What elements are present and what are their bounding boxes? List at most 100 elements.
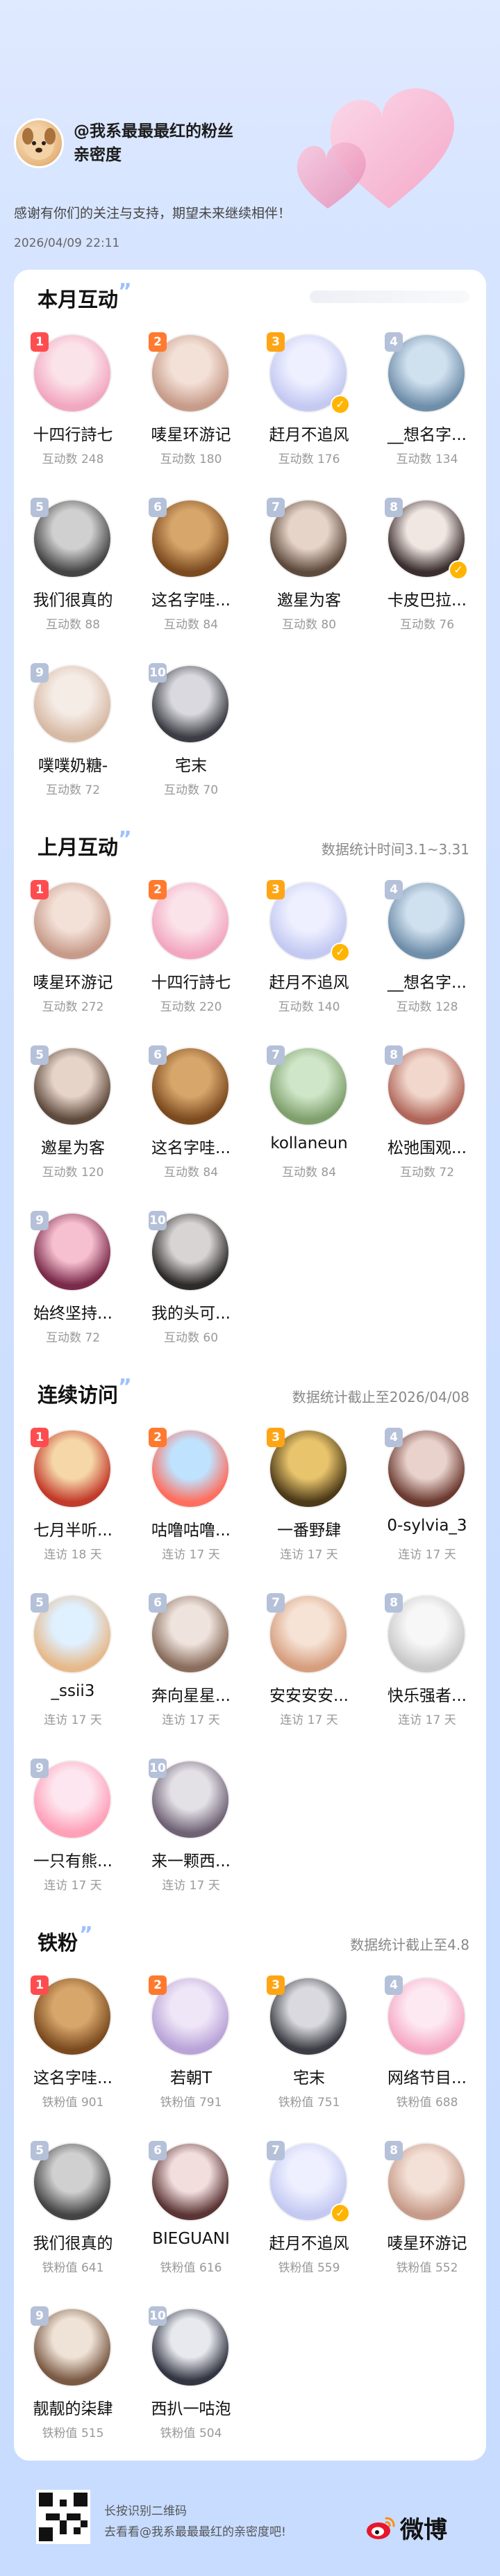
fan-item[interactable]: 5 我们很真的 铁粉值 641 (14, 2141, 132, 2302)
fan-stat: 铁粉值 751 (278, 2096, 340, 2110)
fan-item[interactable]: 2 若朝T 铁粉值 791 (132, 1975, 250, 2137)
rank-badge: 3 (267, 880, 285, 899)
fan-item[interactable]: 6 这名字哇... 互动数 84 (132, 1045, 250, 1207)
fan-item[interactable]: 8 唛星环游记 铁粉值 552 (368, 2141, 486, 2302)
fan-stat: 互动数 180 (160, 453, 222, 466)
section-note: 数据统计时间3.1~3.31 (321, 841, 469, 858)
fan-name: 若朝T (169, 2069, 212, 2087)
fan-stat: 连访 17 天 (398, 1713, 456, 1727)
fan-item[interactable]: 6 奔向星星... 连访 17 天 (132, 1593, 250, 1754)
fan-item[interactable]: 7 kollaneun 互动数 84 (250, 1045, 368, 1207)
rank-badge: 4 (385, 1428, 403, 1447)
generated-date: 2026/04/09 22:11 (14, 236, 120, 250)
fan-stat: 互动数 84 (163, 618, 219, 632)
fan-stat: 互动数 84 (281, 1166, 337, 1180)
fan-name: 赶月不追风 (269, 426, 349, 444)
rank-badge: 5 (31, 1593, 49, 1613)
section-consecutive-visits: 连续访问 ” 数据统计截止至2026/04/08 1 七月半听... 连访 18 天… (14, 1365, 486, 1893)
rank-badge: 9 (31, 663, 49, 683)
fan-stat: 连访 18 天 (44, 1548, 102, 1562)
fan-item[interactable]: 3 宅末 铁粉值 751 (250, 1975, 368, 2137)
fan-item[interactable]: 3 ✓ 赶月不追风 互动数 176 (250, 332, 368, 494)
fan-item[interactable]: 1 十四行詩七 互动数 248 (14, 332, 132, 494)
placeholder-bar (310, 291, 469, 303)
fan-item[interactable]: 1 七月半听... 连访 18 天 (14, 1428, 132, 1589)
fan-item[interactable]: 1 唛星环游记 互动数 272 (14, 880, 132, 1041)
fan-item[interactable]: 3 一番野肆 连访 17 天 (250, 1428, 368, 1589)
fan-name: 十四行詩七 (33, 426, 113, 444)
fan-item[interactable]: 6 这名字哇... 互动数 84 (132, 498, 250, 659)
section-last-month: 上月互动 ” 数据统计时间3.1~3.31 1 唛星环游记 互动数 272 2 十四行詩… (14, 817, 486, 1345)
fan-name: 这名字哇... (33, 2069, 112, 2087)
fan-item[interactable]: 2 咕噜咕噜... 连访 17 天 (132, 1428, 250, 1589)
fan-stat: 互动数 134 (396, 453, 458, 466)
fan-item[interactable]: 2 十四行詩七 互动数 220 (132, 880, 250, 1041)
fan-item[interactable]: 4 网络节目... 铁粉值 688 (368, 1975, 486, 2137)
fan-name: 赶月不追风 (269, 974, 349, 992)
fan-name: BIEGUANI (152, 2230, 230, 2248)
fan-name: 安安安安... (269, 1687, 349, 1705)
fan-name: 一番野肆 (277, 1522, 341, 1540)
fan-item[interactable]: 1 这名字哇... 铁粉值 901 (14, 1975, 132, 2137)
fan-name: 松弛围观... (388, 1139, 467, 1157)
rank-badge: 4 (385, 880, 403, 899)
fan-stat: 连访 17 天 (44, 1879, 102, 1893)
fan-stat: 连访 17 天 (162, 1548, 220, 1562)
fan-name: 十四行詩七 (151, 974, 231, 992)
fan-item[interactable]: 3 ✓ 赶月不追风 互动数 140 (250, 880, 368, 1041)
fan-item[interactable]: 9 噗噗奶糖- 互动数 72 (14, 663, 132, 824)
fan-name: 0-sylvia_3 (387, 1517, 467, 1535)
fan-item[interactable]: 4 __想名字... 互动数 128 (368, 880, 486, 1041)
rank-badge: 1 (31, 880, 49, 899)
rank-badge: 8 (385, 1045, 403, 1065)
qr-code-icon[interactable] (36, 2490, 90, 2544)
rank-badge: 9 (31, 1759, 49, 1778)
rank-badge: 4 (385, 332, 403, 352)
fan-item[interactable]: 9 始终坚持... 互动数 72 (14, 1211, 132, 1372)
fan-item[interactable]: 9 一只有熊... 连访 17 天 (14, 1759, 132, 1920)
avatar[interactable] (14, 118, 64, 168)
verified-badge-icon: ✓ (331, 2203, 350, 2223)
fan-item[interactable]: 10 我的头可... 互动数 60 (132, 1211, 250, 1372)
fan-item[interactable]: 7 安安安安... 连访 17 天 (250, 1593, 368, 1754)
rank-badge: 5 (31, 498, 49, 517)
section-title: 本月互动 (33, 284, 118, 314)
fan-stat: 连访 17 天 (162, 1879, 220, 1893)
fan-name: 这名字哇... (151, 592, 231, 610)
fan-item[interactable]: 8 松弛围观... 互动数 72 (368, 1045, 486, 1207)
fan-item[interactable]: 8 ✓ 卡皮巴拉... 互动数 76 (368, 498, 486, 659)
fan-name: kollaneun (270, 1134, 348, 1152)
fan-item[interactable]: 10 西扒一咕泡 铁粉值 504 (132, 2306, 250, 2468)
fan-item[interactable]: 8 快乐强者... 连访 17 天 (368, 1593, 486, 1754)
fan-name: __想名字... (388, 426, 467, 444)
fan-name: 西扒一咕泡 (151, 2400, 231, 2418)
rank-badge: 2 (149, 1428, 167, 1447)
fan-item[interactable]: 5 _ssii3 连访 17 天 (14, 1593, 132, 1754)
fan-name: 噗噗奶糖- (38, 757, 108, 775)
fan-item[interactable]: 9 靓靓的柒肆 铁粉值 515 (14, 2306, 132, 2468)
fan-stat: 连访 17 天 (44, 1713, 102, 1727)
rank-badge: 6 (149, 2141, 167, 2160)
verified-badge-icon: ✓ (331, 943, 350, 962)
verified-badge-icon: ✓ (331, 395, 350, 414)
fan-stat: 连访 17 天 (398, 1548, 456, 1562)
fan-item[interactable]: 5 我们很真的 互动数 88 (14, 498, 132, 659)
fan-item[interactable]: 6 BIEGUANI 铁粉值 616 (132, 2141, 250, 2302)
fan-item[interactable]: 2 唛星环游记 互动数 180 (132, 332, 250, 494)
fan-item[interactable]: 10 宅末 互动数 70 (132, 663, 250, 824)
fan-item[interactable]: 7 ✓ 赶月不追风 铁粉值 559 (250, 2141, 368, 2302)
fan-name: 七月半听... (33, 1522, 112, 1540)
footer-text: 长按识别二维码 去看看@我系最最最红的亲密度吧! (104, 2501, 286, 2543)
footer-line-1: 长按识别二维码 (104, 2504, 187, 2518)
rank-badge: 7 (267, 1593, 285, 1613)
fan-item[interactable]: 4 0-sylvia_3 连访 17 天 (368, 1428, 486, 1589)
fan-item[interactable]: 4 __想名字... 互动数 134 (368, 332, 486, 494)
fan-item[interactable]: 7 邀星为客 互动数 80 (250, 498, 368, 659)
fan-item[interactable]: 5 邀星为客 互动数 120 (14, 1045, 132, 1207)
fan-name: 唛星环游记 (33, 974, 113, 992)
rank-badge: 2 (149, 1975, 167, 1995)
rank-badge: 1 (31, 1428, 49, 1447)
fan-item[interactable]: 10 来一颗西... 连访 17 天 (132, 1759, 250, 1920)
rank-badge: 9 (31, 1211, 49, 1230)
fan-stat: 铁粉值 515 (42, 2427, 104, 2440)
